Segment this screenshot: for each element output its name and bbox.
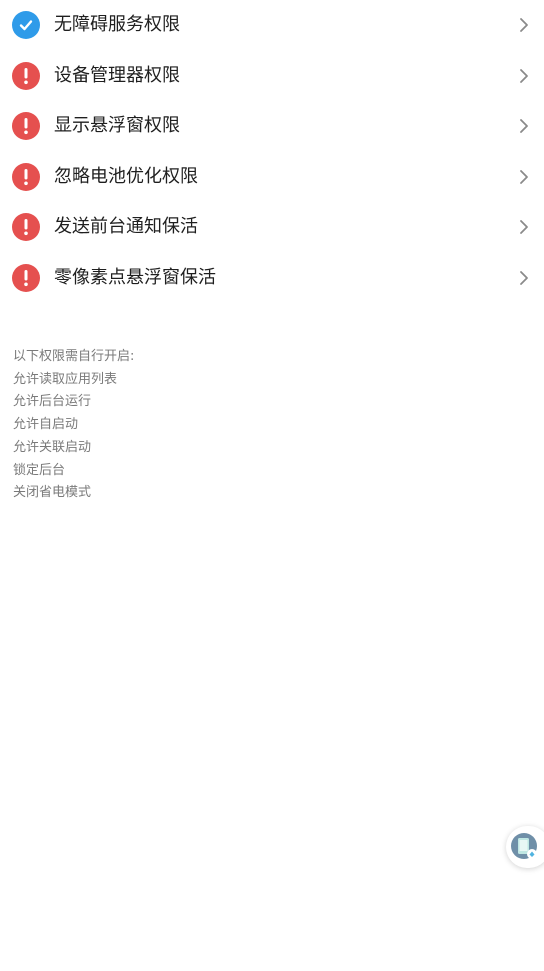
notes-heading: 以下权限需自行开启: [13, 349, 135, 364]
note-item: 允许自启动 [13, 417, 79, 433]
permissions-page: 无障碍服务权限 设备管理器权限 显示悬浮窗权限 忽略电池优化权限 发送前台通知保… [0, 0, 544, 971]
permission-row-foreground-notification[interactable]: 发送前台通知保活 [0, 202, 544, 253]
note-item: 允许关联启动 [13, 439, 92, 455]
chevron-right-icon [520, 169, 528, 184]
exclamation-circle-icon [12, 61, 40, 90]
permission-row-overlay[interactable]: 显示悬浮窗权限 [0, 101, 544, 152]
permission-row-accessibility[interactable]: 无障碍服务权限 [0, 0, 544, 51]
permission-label: 发送前台通知保活 [54, 216, 198, 237]
permission-row-zero-pixel-overlay[interactable]: 零像素点悬浮窗保活 [0, 253, 544, 304]
note-item: 锁定后台 [13, 462, 66, 478]
note-item: 允许读取应用列表 [13, 371, 118, 387]
chevron-right-icon [520, 119, 528, 133]
floating-assistant-button[interactable] [506, 826, 544, 868]
exclamation-circle-icon [12, 112, 40, 140]
exclamation-circle-icon [12, 162, 40, 191]
manual-permission-notes: 以下权限需自行开启: 允许读取应用列表 允许后台运行 允许自启动 允许关联启动 … [13, 346, 134, 505]
chevron-right-icon [520, 220, 528, 234]
permission-list: 无障碍服务权限 设备管理器权限 显示悬浮窗权限 忽略电池优化权限 发送前台通知保… [0, 0, 544, 303]
chevron-right-icon [520, 68, 528, 83]
chevron-right-icon [520, 18, 528, 32]
assistant-bubble-icon [511, 833, 537, 859]
check-circle-icon [12, 11, 40, 39]
permission-label: 显示悬浮窗权限 [54, 115, 180, 136]
permission-row-battery-optimization[interactable]: 忽略电池优化权限 [0, 152, 544, 203]
note-item: 关闭省电模式 [13, 485, 92, 501]
chevron-right-icon [520, 270, 528, 285]
permission-label: 零像素点悬浮窗保活 [54, 266, 216, 288]
permission-row-device-admin[interactable]: 设备管理器权限 [0, 51, 544, 102]
note-item: 允许后台运行 [13, 394, 92, 410]
permission-label: 无障碍服务权限 [54, 14, 180, 35]
exclamation-circle-icon [12, 213, 40, 241]
exclamation-circle-icon [12, 263, 40, 292]
permission-label: 设备管理器权限 [54, 64, 180, 86]
permission-label: 忽略电池优化权限 [54, 165, 198, 187]
